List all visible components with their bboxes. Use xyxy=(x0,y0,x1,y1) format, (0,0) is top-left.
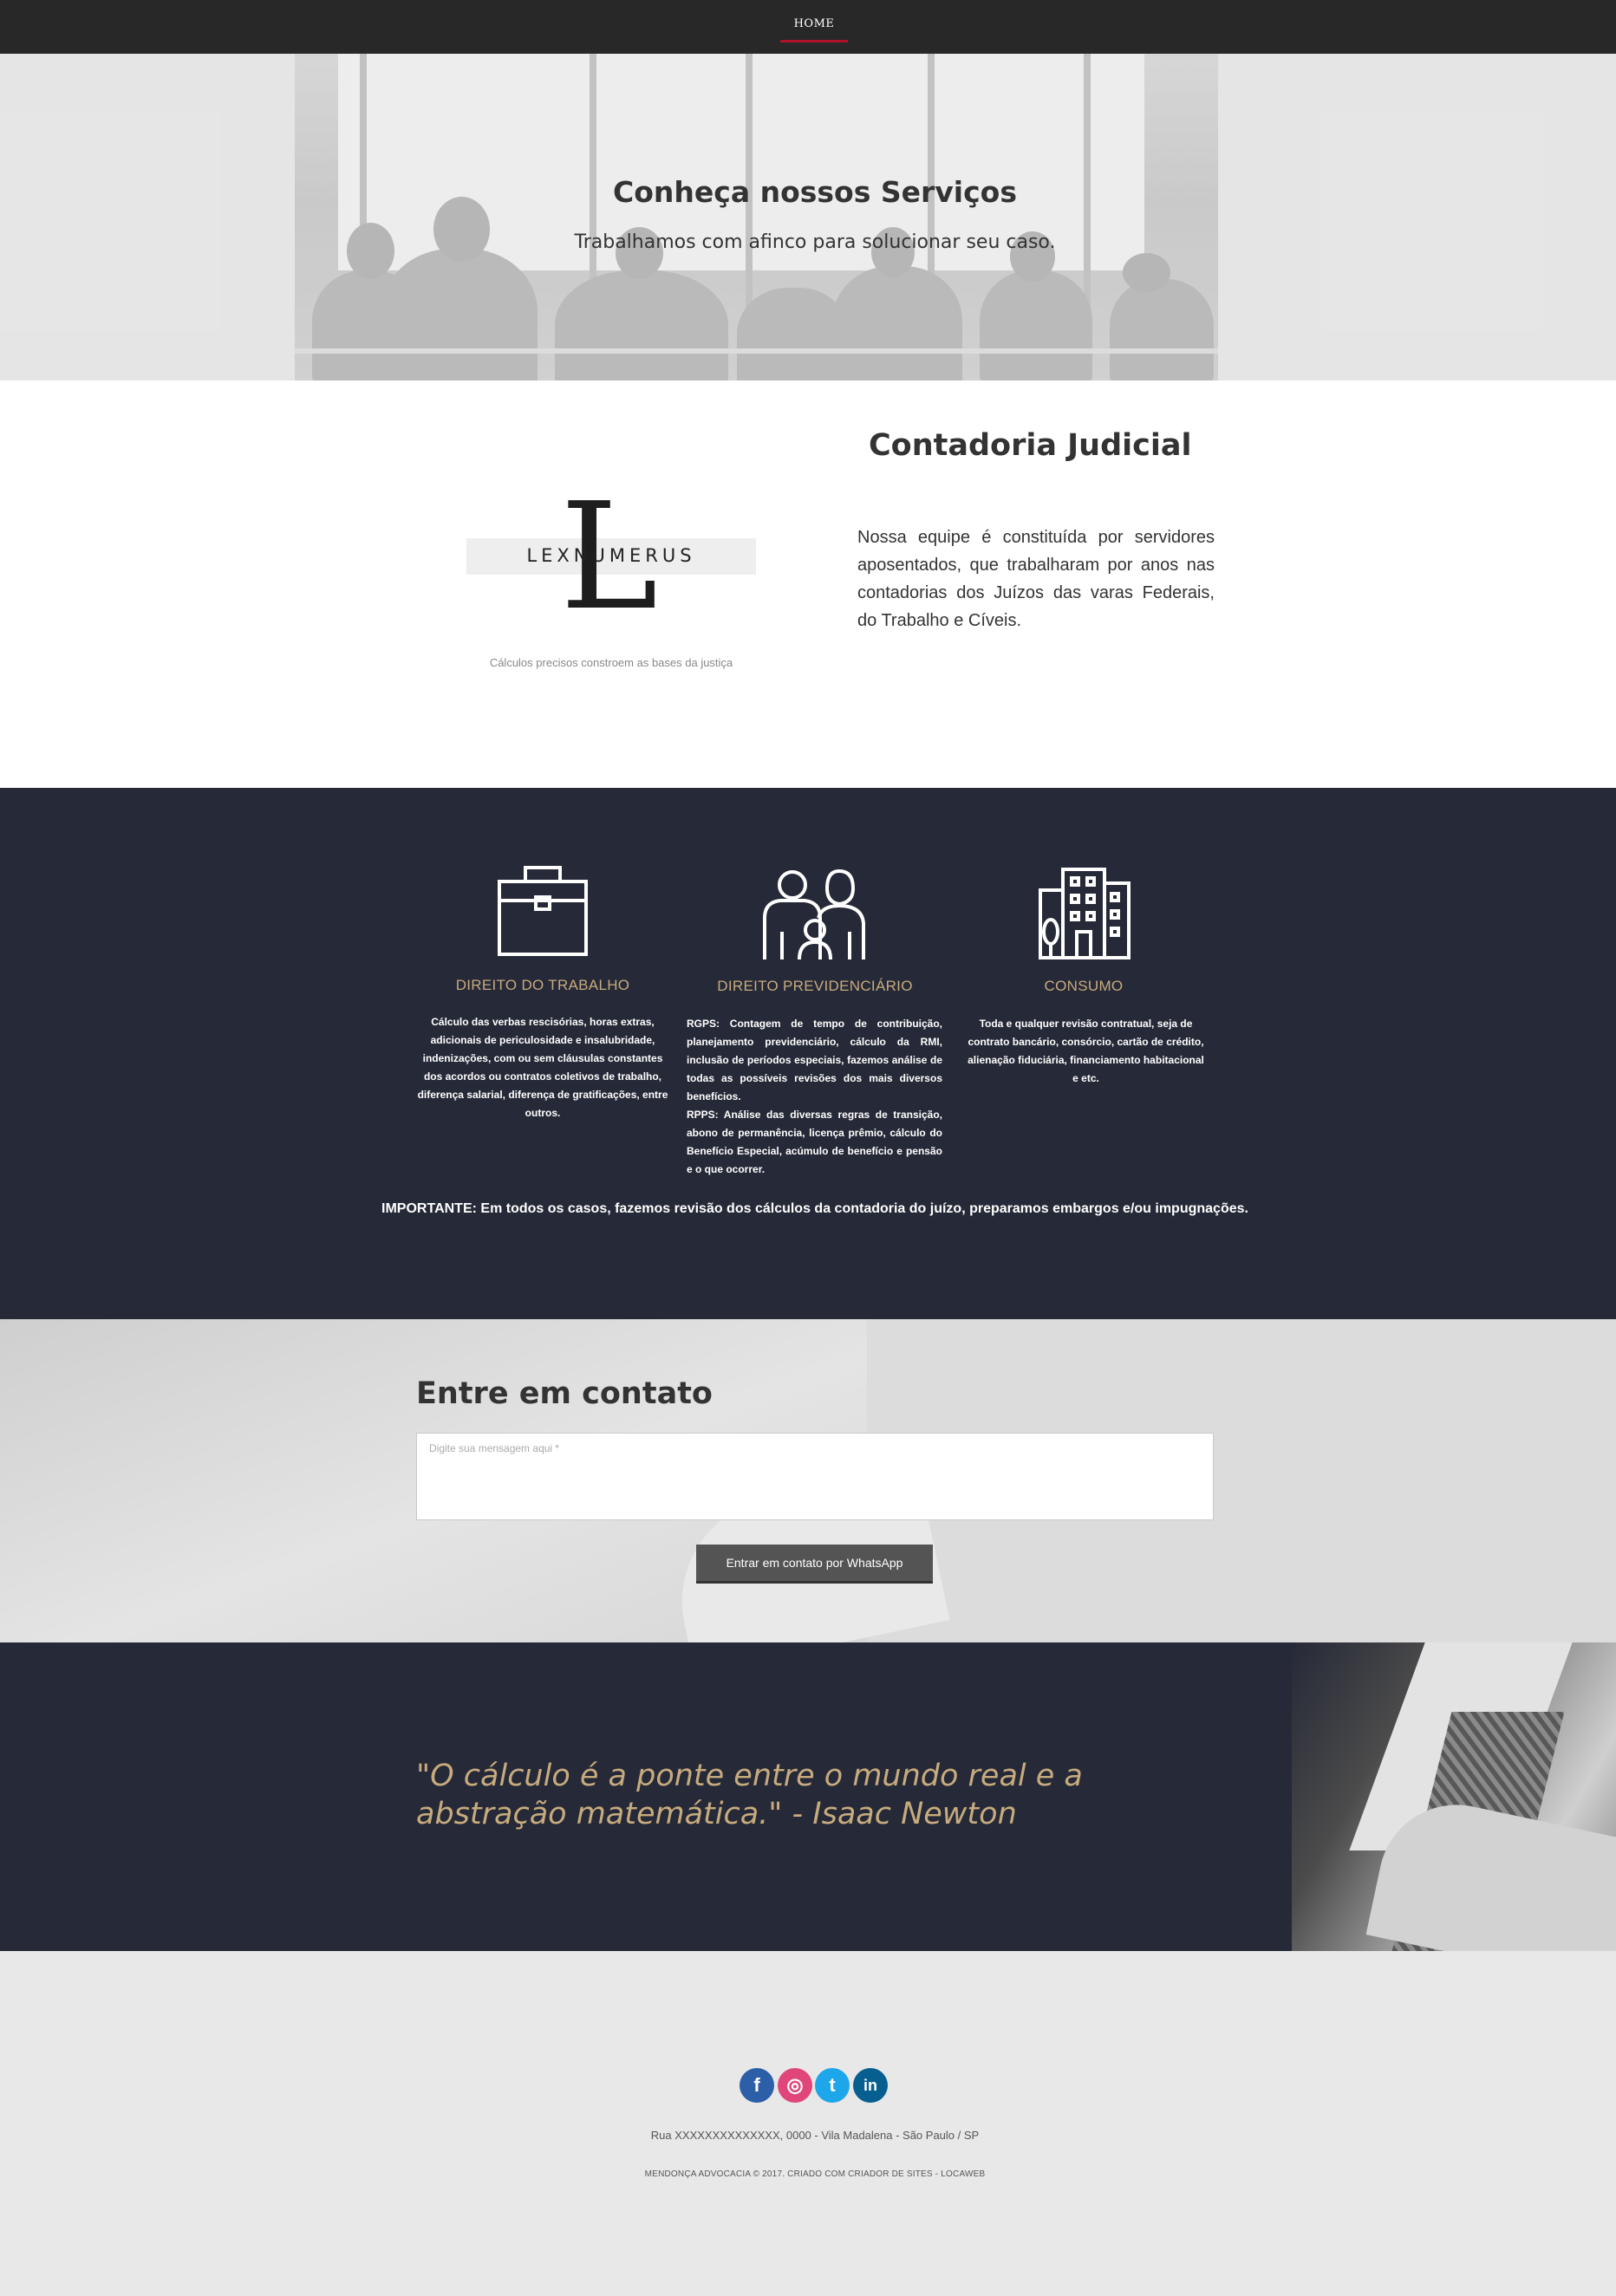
top-nav: HOME xyxy=(0,0,1616,54)
family-icon xyxy=(763,868,865,960)
services-section: DIREITO DO TRABALHO Cálculo das verbas r… xyxy=(0,788,1616,1319)
nav-active-indicator xyxy=(780,40,848,42)
whatsapp-contact-button[interactable]: Entrar em contato por WhatsApp xyxy=(696,1545,933,1584)
rpps-text: Análise das diversas regras de transição… xyxy=(687,1109,942,1175)
twitter-icon[interactable]: t xyxy=(815,2068,850,2103)
service-text-previdenciario: RGPS: Contagem de tempo de contribuição,… xyxy=(687,1015,942,1179)
quote-section: "O cálculo é a ponte entre o mundo real … xyxy=(0,1642,1616,1951)
newton-quote: "O cálculo é a ponte entre o mundo real … xyxy=(416,1759,1083,1831)
message-textarea[interactable] xyxy=(416,1433,1214,1520)
nav-home-link[interactable]: HOME xyxy=(779,17,849,30)
service-title-trabalho: DIREITO DO TRABALHO xyxy=(455,977,630,993)
instagram-icon[interactable]: ◎ xyxy=(778,2068,812,2103)
rpps-label: RPPS: xyxy=(687,1109,719,1121)
contact-section: Entre em contato Entrar em contato por W… xyxy=(0,1319,1616,1642)
important-note: IMPORTANTE: Em todos os casos, fazemos r… xyxy=(381,1201,1248,1216)
site-footer: f ◎ t in Rua XXXXXXXXXXXXXX, 0000 - Vila… xyxy=(0,1951,1616,2296)
footer-copyright: MENDONÇA ADVOCACIA © 2017. CRIADO COM CR… xyxy=(644,2169,986,2179)
service-title-previdenciario: DIREITO PREVIDENCIÁRIO xyxy=(717,978,913,994)
facebook-icon[interactable]: f xyxy=(740,2068,774,2103)
rgps-label: RGPS: xyxy=(687,1018,720,1030)
lexnumerus-logo: L LEXNUMERUS xyxy=(466,484,756,631)
service-text-trabalho: Cálculo das verbas rescisórias, horas ex… xyxy=(417,1016,668,1119)
hero-title: Conheça nossos Serviços xyxy=(613,175,1017,209)
logo-tagline: Cálculos precisos constroem as bases da … xyxy=(489,656,733,669)
hero-subtitle: Trabalhamos com afinco para solucionar s… xyxy=(574,231,1056,253)
service-title-consumo: CONSUMO xyxy=(1044,978,1124,994)
linkedin-icon[interactable]: in xyxy=(853,2068,888,2103)
buildings-icon xyxy=(1039,868,1131,959)
service-text-consumo: Toda e qualquer revisão contratual, seja… xyxy=(968,1018,1204,1084)
contadoria-title: Contadoria Judicial xyxy=(869,428,1192,463)
briefcase-icon xyxy=(498,866,588,956)
logo-wordmark: LEXNUMERUS xyxy=(526,545,696,566)
footer-address: Rua XXXXXXXXXXXXXX, 0000 - Vila Madalena… xyxy=(650,2129,980,2142)
contact-title: Entre em contato xyxy=(416,1376,713,1411)
rgps-text: Contagem de tempo de contribuição, plane… xyxy=(687,1018,942,1102)
contadoria-section: L LEXNUMERUS Cálculos precisos constroem… xyxy=(0,380,1616,788)
hero-section: Conheça nossos Serviços Trabalhamos com … xyxy=(0,54,1616,380)
contadoria-description: Nossa equipe é constituída por servidore… xyxy=(857,528,1215,630)
